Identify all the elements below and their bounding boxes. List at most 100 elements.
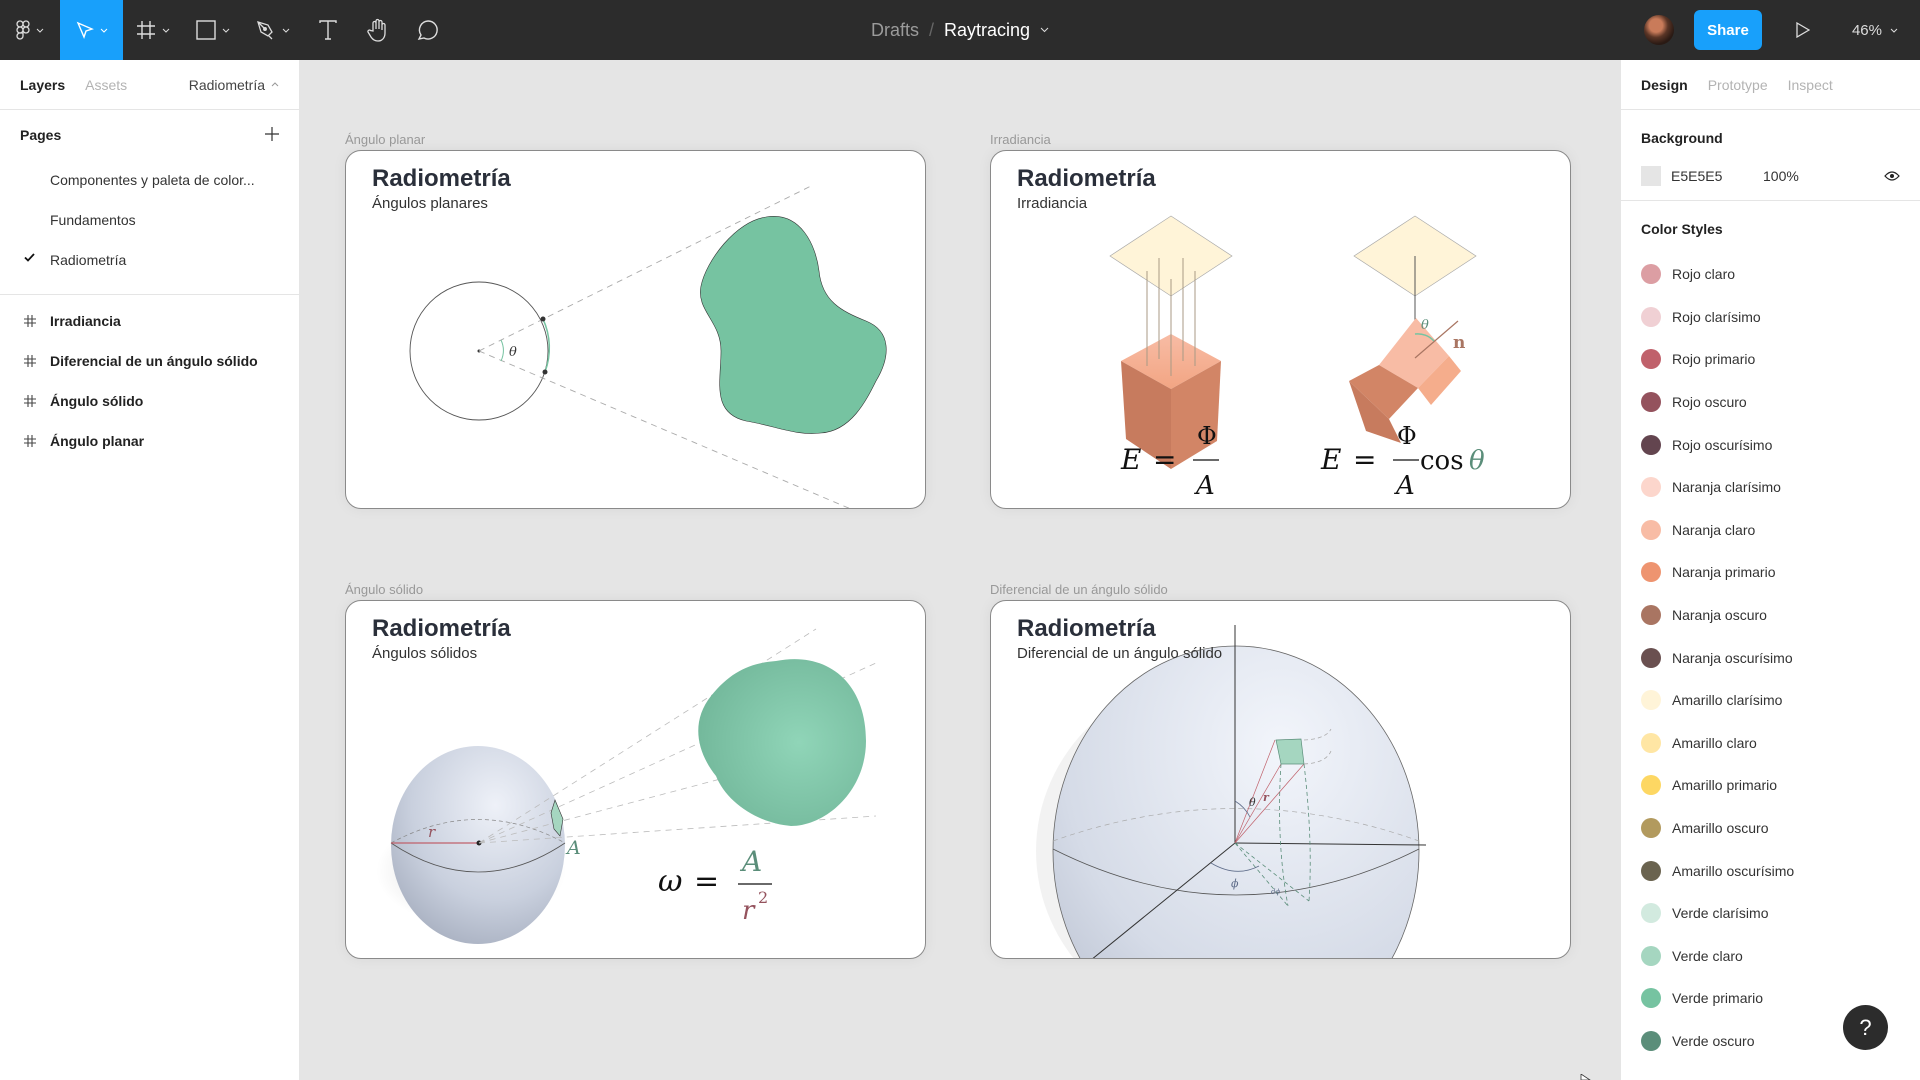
- formula-num: A: [739, 845, 762, 878]
- pen-tool-button[interactable]: [243, 0, 303, 60]
- color-style-item[interactable]: Amarillo clarísimo: [1641, 679, 1900, 722]
- color-style-item[interactable]: Naranja primario: [1641, 551, 1900, 594]
- color-style-item[interactable]: Rojo claro: [1641, 253, 1900, 296]
- frame-label[interactable]: Ángulo sólido: [345, 582, 423, 597]
- frame-subtitle: Diferencial de un ángulo sólido: [1017, 645, 1223, 662]
- color-style-item[interactable]: Naranja claro: [1641, 509, 1900, 552]
- color-style-item[interactable]: Amarillo claro: [1641, 722, 1900, 765]
- layer-item[interactable]: Irradiancia: [0, 301, 299, 341]
- background-opacity-input[interactable]: 100%: [1763, 168, 1799, 184]
- solid-angle-diagram: r A ω = A r 2: [376, 628, 877, 944]
- color-style-item[interactable]: Amarillo oscuro: [1641, 807, 1900, 850]
- layer-item-label: Ángulo planar: [50, 433, 145, 449]
- color-style-name: Rojo clarísimo: [1672, 308, 1761, 325]
- color-style-item[interactable]: Rojo clarísimo: [1641, 296, 1900, 339]
- add-page-button[interactable]: [265, 126, 279, 144]
- checkmark-icon: [24, 253, 35, 262]
- formula-lhs: E: [1320, 443, 1341, 476]
- main-menu-button[interactable]: [0, 0, 60, 60]
- tab-prototype[interactable]: Prototype: [1708, 77, 1768, 93]
- shape-tool-button[interactable]: [183, 0, 243, 60]
- background-hex-input[interactable]: E5E5E5: [1671, 168, 1763, 184]
- color-swatch: [1641, 945, 1661, 966]
- color-swatch: [1641, 562, 1661, 583]
- color-style-name: Verde oscuro: [1672, 1032, 1755, 1049]
- hand-tool-button[interactable]: [353, 0, 403, 60]
- frame-angulo-planar[interactable]: Radiometría Ángulos planares θ: [345, 150, 926, 509]
- color-style-item[interactable]: Amarillo primario: [1641, 764, 1900, 807]
- color-swatch: [1641, 264, 1661, 285]
- frame-diferencial[interactable]: θ r ϕ dϕ Radiometría Diferencial de un á…: [990, 600, 1571, 959]
- solid-angle-patch: [1275, 738, 1305, 765]
- present-button[interactable]: [1788, 22, 1818, 38]
- user-avatar[interactable]: [1643, 15, 1674, 45]
- frame-angulo-solido[interactable]: Radiometría Ángulos sólidos r A ω = A r …: [345, 600, 926, 959]
- color-style-item[interactable]: Amarillo oscurísimo: [1641, 849, 1900, 892]
- planar-angle-diagram: θ: [409, 184, 887, 508]
- zoom-dropdown[interactable]: 46%: [1852, 22, 1898, 39]
- frame-hash-icon: [24, 395, 36, 407]
- frame-irradiancia[interactable]: Radiometría Irradiancia θ n E = Φ A E = …: [990, 150, 1571, 509]
- color-style-item[interactable]: Naranja oscuro: [1641, 594, 1900, 637]
- color-style-item[interactable]: Verde claro: [1641, 935, 1900, 978]
- background-color-swatch[interactable]: [1641, 166, 1661, 186]
- chevron-down-icon: [1040, 27, 1049, 33]
- color-style-item[interactable]: Verde clarísimo: [1641, 892, 1900, 935]
- formula-num: Φ: [1397, 422, 1417, 450]
- color-swatch: [1641, 647, 1661, 668]
- color-swatch: [1641, 349, 1661, 370]
- frame-hash-icon: [137, 21, 155, 39]
- layer-item-label: Diferencial de un ángulo sólido: [50, 353, 258, 369]
- page-item-selected[interactable]: Radiometría: [0, 240, 299, 280]
- color-style-item[interactable]: Naranja oscurísimo: [1641, 636, 1900, 679]
- page-selector[interactable]: Radiometría: [189, 77, 279, 93]
- color-swatch: [1641, 775, 1661, 796]
- tab-design[interactable]: Design: [1641, 77, 1688, 93]
- file-name[interactable]: Raytracing: [944, 20, 1030, 41]
- breadcrumb-drafts[interactable]: Drafts: [871, 20, 919, 41]
- frame-label[interactable]: Irradiancia: [990, 132, 1051, 147]
- frame-label[interactable]: Ángulo planar: [345, 132, 425, 147]
- frame-label[interactable]: Diferencial de un ángulo sólido: [990, 582, 1168, 597]
- color-swatch: [1641, 903, 1661, 924]
- frame-title: Radiometría: [1017, 615, 1156, 642]
- color-style-name: Rojo oscurísimo: [1672, 436, 1773, 453]
- current-page-label: Radiometría: [188, 76, 265, 93]
- color-style-item[interactable]: Rojo oscuro: [1641, 381, 1900, 424]
- help-button[interactable]: ?: [1843, 1005, 1888, 1050]
- visibility-toggle[interactable]: [1884, 168, 1900, 184]
- color-swatch: [1641, 392, 1661, 413]
- layer-item[interactable]: Ángulo sólido: [0, 381, 299, 421]
- layer-item[interactable]: Diferencial de un ángulo sólido: [0, 341, 299, 381]
- file-menu-chevron[interactable]: [1040, 27, 1049, 33]
- color-style-item[interactable]: Rojo oscurísimo: [1641, 423, 1900, 466]
- share-button[interactable]: Share: [1693, 10, 1762, 50]
- text-tool-button[interactable]: [303, 0, 353, 60]
- tab-inspect[interactable]: Inspect: [1788, 77, 1833, 93]
- move-tool-button[interactable]: [60, 0, 123, 60]
- green-blob-3d: [698, 659, 866, 826]
- color-style-name: Naranja primario: [1672, 564, 1776, 581]
- angle-arc: [500, 339, 504, 362]
- formula-eq: =: [694, 864, 719, 899]
- frame-tool-button[interactable]: [123, 0, 183, 60]
- color-style-item[interactable]: Rojo primario: [1641, 338, 1900, 381]
- speech-bubble-icon: [417, 20, 438, 40]
- color-style-name: Amarillo primario: [1672, 777, 1778, 794]
- color-style-item[interactable]: Naranja clarísimo: [1641, 466, 1900, 509]
- color-swatch: [1641, 605, 1661, 626]
- tab-assets[interactable]: Assets: [85, 77, 127, 93]
- irradiance-diagram: θ n E = Φ A E = Φ A cos θ: [1109, 215, 1485, 501]
- frame-hash-icon: [24, 315, 36, 327]
- page-item[interactable]: Fundamentos: [0, 200, 299, 240]
- mouse-cursor-icon: [1580, 1074, 1591, 1080]
- tab-layers[interactable]: Layers: [20, 77, 65, 93]
- frame-hash-icon: [24, 355, 36, 367]
- comment-tool-button[interactable]: [403, 0, 453, 60]
- canvas[interactable]: Ángulo planar Radiometría Ángulos planar…: [300, 60, 1620, 1080]
- normal-label: n: [1453, 333, 1465, 353]
- layer-item[interactable]: Ángulo planar: [0, 421, 299, 461]
- color-style-name: Naranja oscuro: [1672, 607, 1767, 624]
- page-item[interactable]: Componentes y paleta de color...: [0, 160, 299, 200]
- color-swatch: [1641, 818, 1661, 839]
